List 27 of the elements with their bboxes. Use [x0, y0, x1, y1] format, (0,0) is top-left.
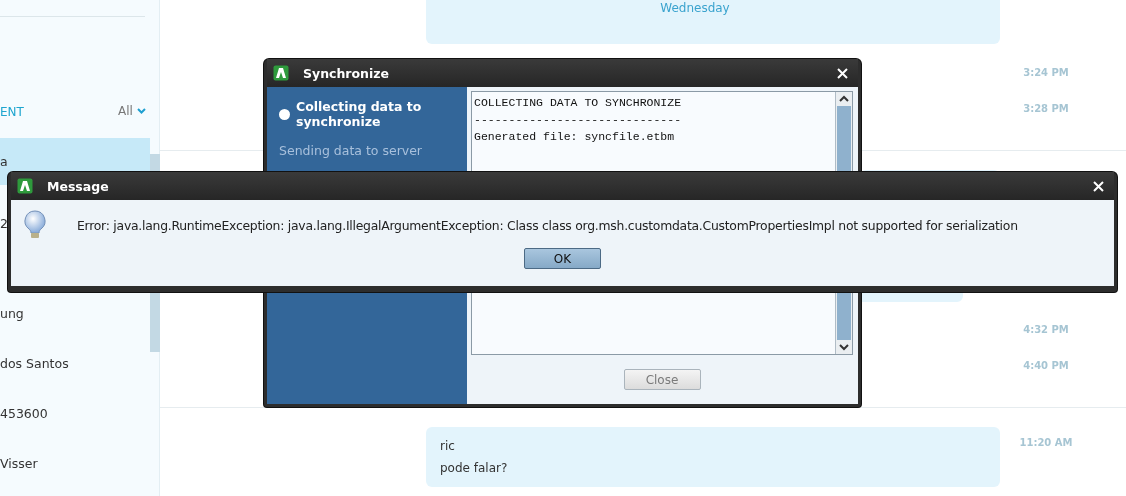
- step-label: Sending data to server: [279, 143, 422, 158]
- app-icon: [273, 65, 289, 81]
- window-title: Synchronize: [303, 65, 391, 81]
- filter-dropdown[interactable]: All: [118, 104, 146, 118]
- message-time: 3:24 PM: [1022, 67, 1070, 78]
- app-icon: [17, 178, 33, 194]
- contact-item[interactable]: ung: [0, 290, 150, 338]
- day-label: Wednesday: [660, 1, 730, 15]
- contact-item[interactable]: dos Santos: [0, 340, 150, 388]
- step-label: Collecting data to synchronize: [296, 99, 423, 129]
- contact-item[interactable]: Visser: [0, 440, 150, 488]
- section-header: ENT: [0, 105, 24, 119]
- log-line: COLLECTING DATA TO SYNCHRONIZE: [474, 95, 683, 111]
- message-time: 11:20 AM: [1018, 437, 1074, 448]
- message-text: pode falar?: [440, 461, 509, 475]
- message-time: 4:40 PM: [1022, 360, 1070, 371]
- log-line: ------------------------------: [474, 112, 683, 128]
- log-line: Generated file: syncfile.etbm: [474, 129, 676, 145]
- lightbulb-icon: [23, 210, 47, 240]
- message-time: 3:28 PM: [1022, 103, 1070, 114]
- message-time: 4:32 PM: [1022, 324, 1070, 335]
- chevron-icon: [136, 108, 146, 114]
- contact-item[interactable]: 453600: [0, 390, 150, 438]
- close-icon[interactable]: [837, 67, 848, 79]
- close-icon[interactable]: [1093, 180, 1104, 192]
- message-text: ric: [440, 439, 456, 453]
- ok-button[interactable]: OK: [524, 248, 601, 269]
